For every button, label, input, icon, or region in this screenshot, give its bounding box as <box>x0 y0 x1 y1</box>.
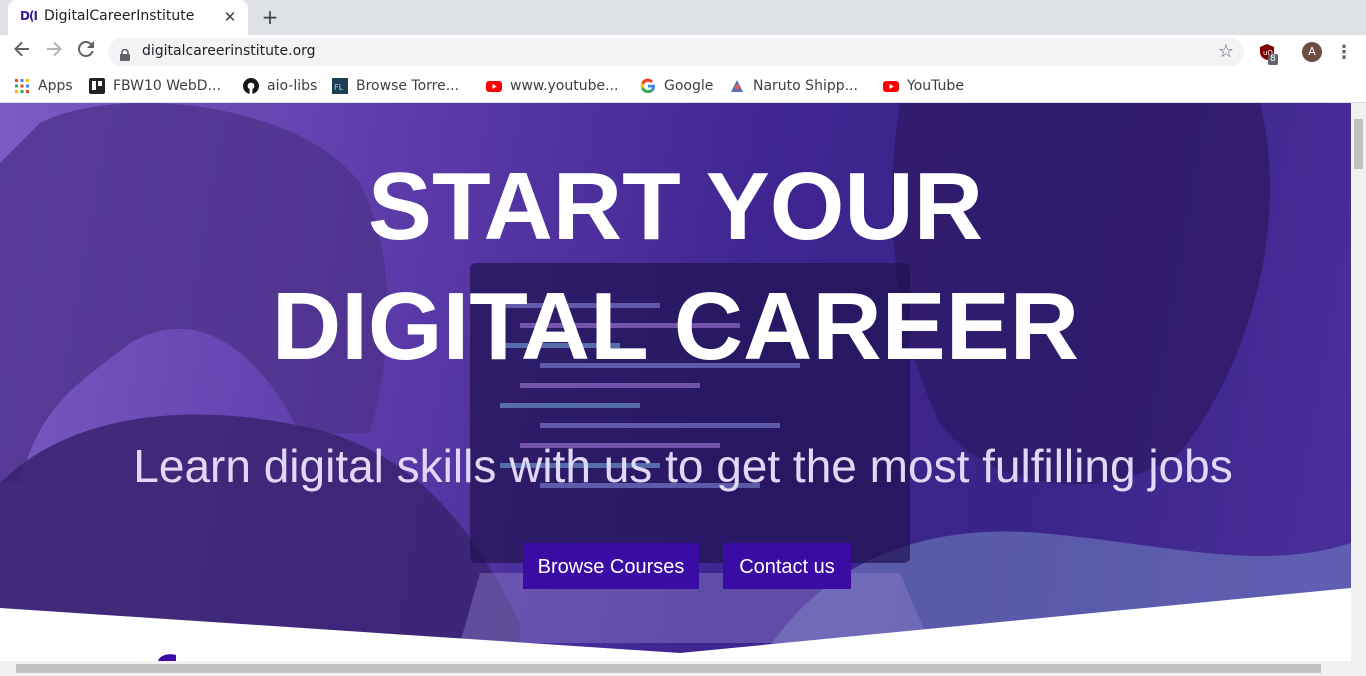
url-text[interactable]: digitalcareerinstitute.org <box>142 43 316 59</box>
bookmark-www-youtube[interactable]: www.youtube... <box>486 76 618 96</box>
bookmark-label: Apps <box>38 78 73 94</box>
new-tab-button[interactable]: + <box>258 5 282 29</box>
bookmarks-bar: Apps FBW10 WebD... aio-libs FL Browse To… <box>0 69 1366 103</box>
bookmark-label: Browse Torre... <box>356 78 460 94</box>
apps-grid-icon <box>14 78 30 94</box>
page-viewport: START YOUR DIGITAL CAREER Learn digital … <box>0 103 1351 661</box>
tab-strip: D(I DigitalCareerInstitute ✕ + <box>0 0 1366 35</box>
forward-icon[interactable] <box>42 40 66 64</box>
youtube-icon <box>883 78 899 94</box>
vertical-scroll-thumb[interactable] <box>1354 119 1363 169</box>
svg-text:FL: FL <box>334 83 344 92</box>
trello-icon <box>89 78 105 94</box>
browser-toolbar: digitalcareerinstitute.org ☆ <box>0 35 1366 69</box>
bookmark-google[interactable]: Google <box>640 76 713 96</box>
browser-tab[interactable]: D(I DigitalCareerInstitute ✕ <box>8 0 248 35</box>
bookmark-apps[interactable]: Apps <box>14 76 73 96</box>
dci-logo-icon: D(I <box>20 9 38 23</box>
address-bar[interactable]: digitalcareerinstitute.org ☆ <box>108 38 1244 66</box>
reload-icon[interactable] <box>74 40 98 64</box>
bookmark-label: Google <box>664 78 714 94</box>
horizontal-scrollbar[interactable] <box>0 661 1366 676</box>
bookmark-label: aio-libs <box>267 78 318 94</box>
vertical-scrollbar[interactable] <box>1351 103 1366 661</box>
horizontal-scroll-thumb[interactable] <box>16 664 1321 673</box>
kebab-menu-icon[interactable]: ⋮ <box>1335 42 1353 63</box>
lock-icon <box>120 46 130 61</box>
profile-avatar[interactable]: A <box>1302 42 1322 62</box>
youtube-icon <box>486 78 502 94</box>
extension-badge: 8 <box>1268 54 1278 65</box>
github-icon <box>243 78 259 94</box>
bookmark-browse-torrents[interactable]: FL Browse Torre... <box>332 76 459 96</box>
bookmark-star-icon[interactable]: ☆ <box>1218 41 1234 62</box>
naruto-icon <box>729 78 745 94</box>
bookmark-label: Naruto Shipp... <box>753 78 858 94</box>
fl-icon: FL <box>332 78 348 94</box>
bookmark-youtube[interactable]: YouTube <box>883 76 964 96</box>
back-icon[interactable] <box>10 40 34 64</box>
bookmark-label: FBW10 WebD... <box>113 78 221 94</box>
bookmark-label: www.youtube... <box>510 78 619 94</box>
bookmark-label: YouTube <box>907 78 964 94</box>
bookmark-naruto[interactable]: Naruto Shipp... <box>729 76 858 96</box>
close-tab-icon[interactable]: ✕ <box>220 7 240 27</box>
bookmark-fbw10[interactable]: FBW10 WebD... <box>89 76 221 96</box>
tab-title: DigitalCareerInstitute <box>44 8 195 24</box>
hero-bottom-divider <box>0 588 1351 661</box>
google-icon <box>640 78 656 94</box>
bookmark-aio-libs[interactable]: aio-libs <box>243 76 317 96</box>
